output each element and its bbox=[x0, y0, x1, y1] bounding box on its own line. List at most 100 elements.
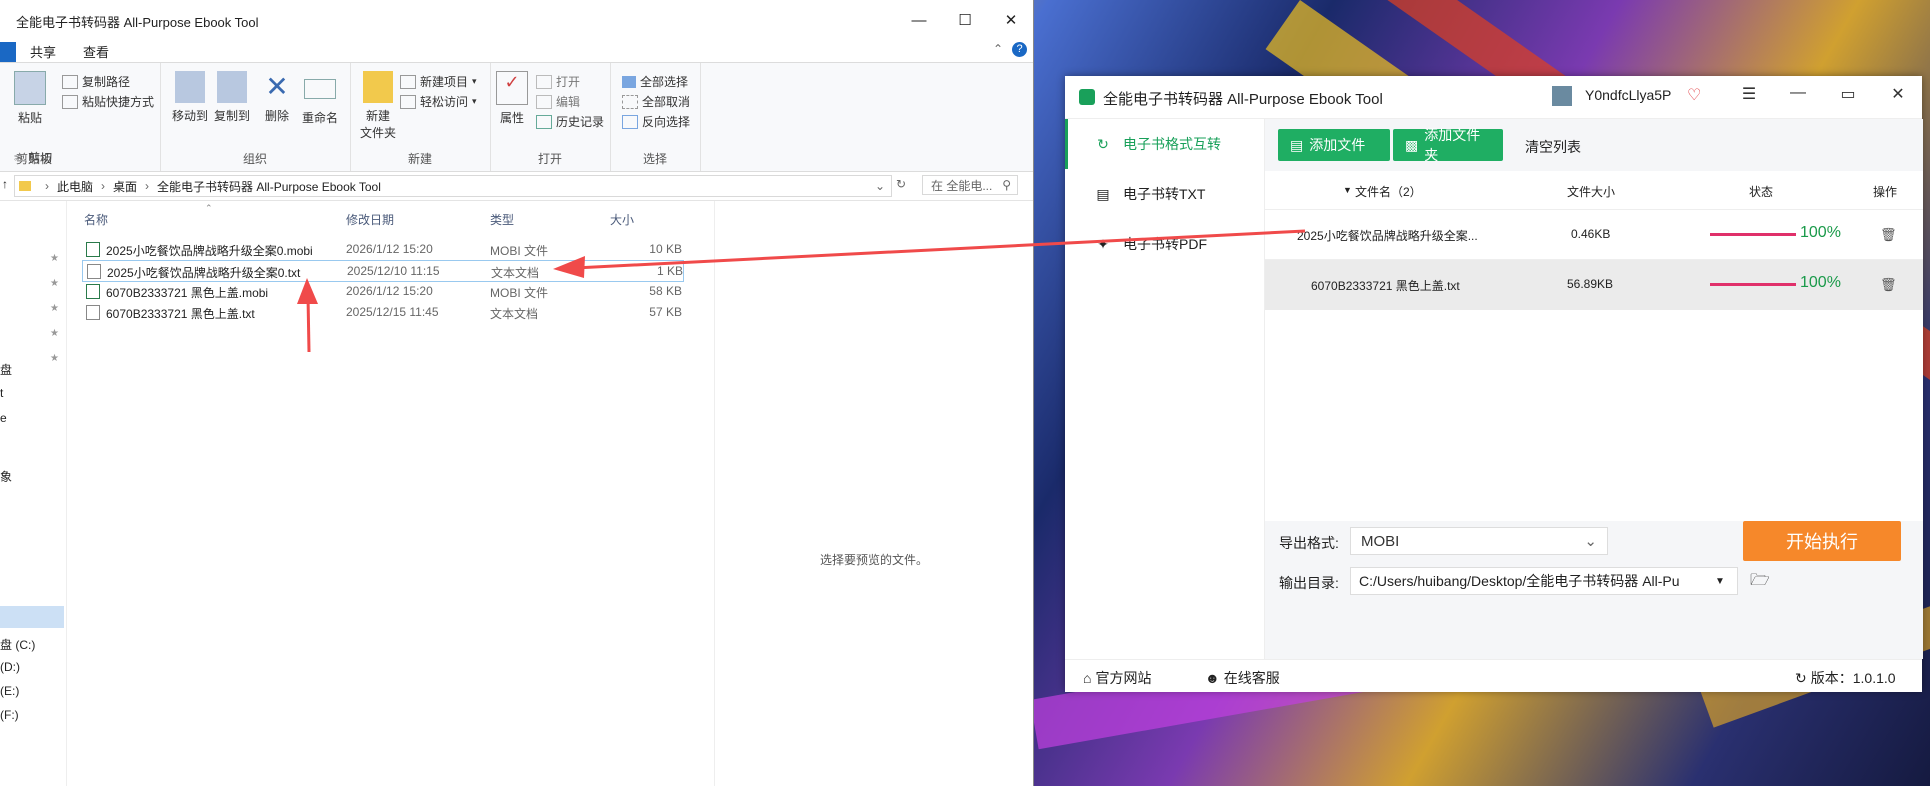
pin-icon: ★ bbox=[50, 253, 59, 264]
maximize-button[interactable]: ☐ bbox=[942, 0, 988, 40]
select-all-button[interactable]: 全部选择 bbox=[622, 73, 688, 90]
table-row[interactable]: 2025小吃餐饮品牌战略升级全案... 0.46KB 100% 🗑 bbox=[1265, 209, 1923, 260]
support-link[interactable]: ☻ 在线客服 bbox=[1205, 668, 1280, 688]
nav-item[interactable]: 象 bbox=[0, 468, 12, 485]
username[interactable]: Y0ndfcLlya5P bbox=[1585, 87, 1671, 103]
export-format-select[interactable]: MOBI ⌄ bbox=[1350, 527, 1608, 555]
help-icon[interactable]: ? bbox=[1012, 42, 1027, 57]
copy-to-button[interactable]: 复制到 bbox=[212, 71, 252, 124]
open-group-label: 打开 bbox=[537, 152, 562, 166]
refresh-icon: ↻ bbox=[1795, 669, 1807, 686]
breadcrumb-this-pc[interactable]: 此电脑 bbox=[57, 178, 93, 195]
start-button[interactable]: 开始执行 bbox=[1743, 521, 1901, 561]
file-row-selected[interactable]: 2025小吃餐饮品牌战略升级全案0.txt 2025/12/10 11:15 文… bbox=[82, 260, 684, 282]
minimize-button[interactable]: — bbox=[1786, 84, 1810, 102]
sidebar-item-to-pdf[interactable]: ✦ 电子书转PDF bbox=[1095, 224, 1207, 264]
edit-button[interactable]: 编辑 bbox=[536, 93, 580, 110]
column-name[interactable]: 名称 bbox=[84, 211, 108, 228]
delete-icon[interactable]: 🗑 bbox=[1880, 277, 1897, 293]
new-folder-button[interactable]: 新建 文件夹 bbox=[358, 71, 398, 141]
avatar[interactable] bbox=[1552, 86, 1572, 106]
chevron-down-icon: ⌄ bbox=[1584, 533, 1597, 550]
nav-drive-f[interactable]: (F:) bbox=[0, 708, 19, 722]
tab-view[interactable]: 查看 bbox=[83, 42, 109, 61]
properties-button[interactable]: ✓ 属性 bbox=[496, 71, 528, 126]
paste-shortcut-button[interactable]: 粘贴快捷方式 bbox=[62, 93, 154, 110]
open-group: ✓ 属性 打开 编辑 历史记录 打开 bbox=[490, 63, 611, 171]
paste-button[interactable]: 粘贴 bbox=[12, 71, 48, 126]
file-row[interactable]: 6070B2333721 黑色上盖.txt 2025/12/15 11:45 文… bbox=[82, 302, 682, 322]
move-to-button[interactable]: 移动到 bbox=[170, 71, 210, 124]
column-date[interactable]: 修改日期 bbox=[346, 211, 394, 228]
txt-file-icon bbox=[87, 264, 101, 279]
progress-bar bbox=[1710, 233, 1796, 236]
select-group: 全部选择 全部取消 反向选择 选择 bbox=[610, 63, 701, 171]
explorer-title: 全能电子书转码器 All-Purpose Ebook Tool bbox=[16, 15, 259, 30]
folder-icon bbox=[363, 71, 393, 103]
column-status: 状态 bbox=[1749, 185, 1774, 199]
invert-selection-button[interactable]: 反向选择 bbox=[622, 113, 690, 130]
delete-icon[interactable]: 🗑 bbox=[1880, 227, 1897, 243]
collapse-ribbon-icon[interactable]: ⌃ bbox=[993, 42, 1003, 56]
breadcrumb-desktop[interactable]: 桌面 bbox=[113, 178, 137, 195]
preview-placeholder: 选择要预览的文件。 bbox=[820, 553, 929, 567]
chevron-down-icon[interactable]: ⌄ bbox=[875, 179, 885, 193]
file-row[interactable]: 2025小吃餐饮品牌战略升级全案0.mobi 2026/1/12 15:20 M… bbox=[82, 239, 682, 259]
nav-item[interactable]: 盘 bbox=[0, 361, 12, 378]
open-button[interactable]: 打开 bbox=[536, 73, 580, 90]
file-row[interactable]: 6070B2333721 黑色上盖.mobi 2026/1/12 15:20 M… bbox=[82, 281, 682, 301]
select-none-button[interactable]: 全部取消 bbox=[622, 93, 690, 110]
website-link[interactable]: ⌂ 官方网站 bbox=[1083, 668, 1151, 688]
address-bar[interactable]: › 此电脑 › 桌面 › 全能电子书转码器 All-Purpose Ebook … bbox=[14, 175, 892, 197]
nav-drive-d[interactable]: (D:) bbox=[0, 660, 20, 674]
copy-path-button[interactable]: 复制路径 bbox=[62, 73, 130, 90]
close-button[interactable]: ✕ bbox=[988, 0, 1034, 40]
home-icon: ⌂ bbox=[1083, 670, 1092, 686]
rename-button[interactable]: 重命名 bbox=[300, 71, 340, 126]
output-settings: 导出格式: MOBI ⌄ 输出目录: C:/Users/huibang/Desk… bbox=[1265, 521, 1923, 659]
up-arrow-icon[interactable]: ↑ bbox=[2, 177, 8, 191]
vip-diamond-icon: ♡ bbox=[1687, 87, 1702, 104]
easy-access-button[interactable]: 轻松访问 ▾ bbox=[400, 93, 477, 110]
add-folder-button[interactable]: ▩ 添加文件夹 bbox=[1393, 127, 1503, 163]
tab-share[interactable]: 共享 bbox=[30, 42, 56, 61]
paste-icon bbox=[14, 71, 46, 105]
properties-check-icon: ✓ bbox=[496, 71, 528, 105]
column-type[interactable]: 类型 bbox=[490, 211, 514, 228]
open-folder-icon[interactable]: 🗁 bbox=[1750, 569, 1770, 589]
edit-icon bbox=[536, 94, 552, 109]
nav-drive-c[interactable]: 盘 (C:) bbox=[0, 636, 35, 653]
maximize-button[interactable]: ▭ bbox=[1836, 84, 1860, 104]
ribbon: 粘贴 复制路径 粘贴快捷方式 ✂剪切 剪贴板 移动到 复制到 ✕ 删除 重命名 bbox=[0, 62, 1033, 172]
pin-icon: ★ bbox=[50, 328, 59, 339]
user-icon: ☻ bbox=[1205, 670, 1220, 686]
pin-icon: ★ bbox=[50, 278, 59, 289]
clear-list-button[interactable]: 清空列表 bbox=[1525, 137, 1581, 157]
sidebar-item-format-convert[interactable]: ↻ 电子书格式互转 bbox=[1095, 124, 1221, 164]
sidebar-item-to-txt[interactable]: ▤ 电子书转TXT bbox=[1095, 174, 1205, 214]
column-filename[interactable]: 文件名（2） bbox=[1355, 183, 1422, 200]
new-item-button[interactable]: 新建项目 ▾ bbox=[400, 73, 477, 90]
output-dir-select[interactable]: C:/Users/huibang/Desktop/全能电子书转码器 All-Pu… bbox=[1350, 567, 1738, 595]
table-row[interactable]: 6070B2333721 黑色上盖.txt 56.89KB 100% 🗑 bbox=[1265, 259, 1923, 310]
refresh-icon[interactable]: ↻ bbox=[896, 177, 906, 191]
chevron-right-icon: › bbox=[101, 179, 106, 193]
column-size[interactable]: 大小 bbox=[610, 211, 634, 228]
delete-button[interactable]: ✕ 删除 bbox=[262, 71, 292, 124]
tab-file[interactable] bbox=[0, 42, 16, 62]
nav-item[interactable]: t bbox=[0, 386, 3, 400]
search-input[interactable]: 在 全能电... ⚲ bbox=[922, 175, 1018, 195]
nav-item[interactable]: e bbox=[0, 411, 7, 425]
add-file-icon: ▤ bbox=[1290, 136, 1304, 153]
add-file-button[interactable]: ▤ 添加文件 bbox=[1278, 129, 1390, 161]
delete-x-icon: ✕ bbox=[265, 71, 289, 102]
nav-drive-e[interactable]: (E:) bbox=[0, 684, 19, 698]
pdf-icon: ✦ bbox=[1097, 235, 1109, 252]
preview-divider bbox=[714, 201, 715, 786]
minimize-button[interactable]: — bbox=[896, 0, 942, 40]
history-button[interactable]: 历史记录 bbox=[536, 113, 604, 130]
close-button[interactable]: ✕ bbox=[1886, 84, 1910, 104]
breadcrumb-folder[interactable]: 全能电子书转码器 All-Purpose Ebook Tool bbox=[157, 178, 381, 195]
sort-down-icon[interactable]: ▼ bbox=[1343, 185, 1352, 195]
menu-icon[interactable]: ☰ bbox=[1737, 84, 1761, 104]
